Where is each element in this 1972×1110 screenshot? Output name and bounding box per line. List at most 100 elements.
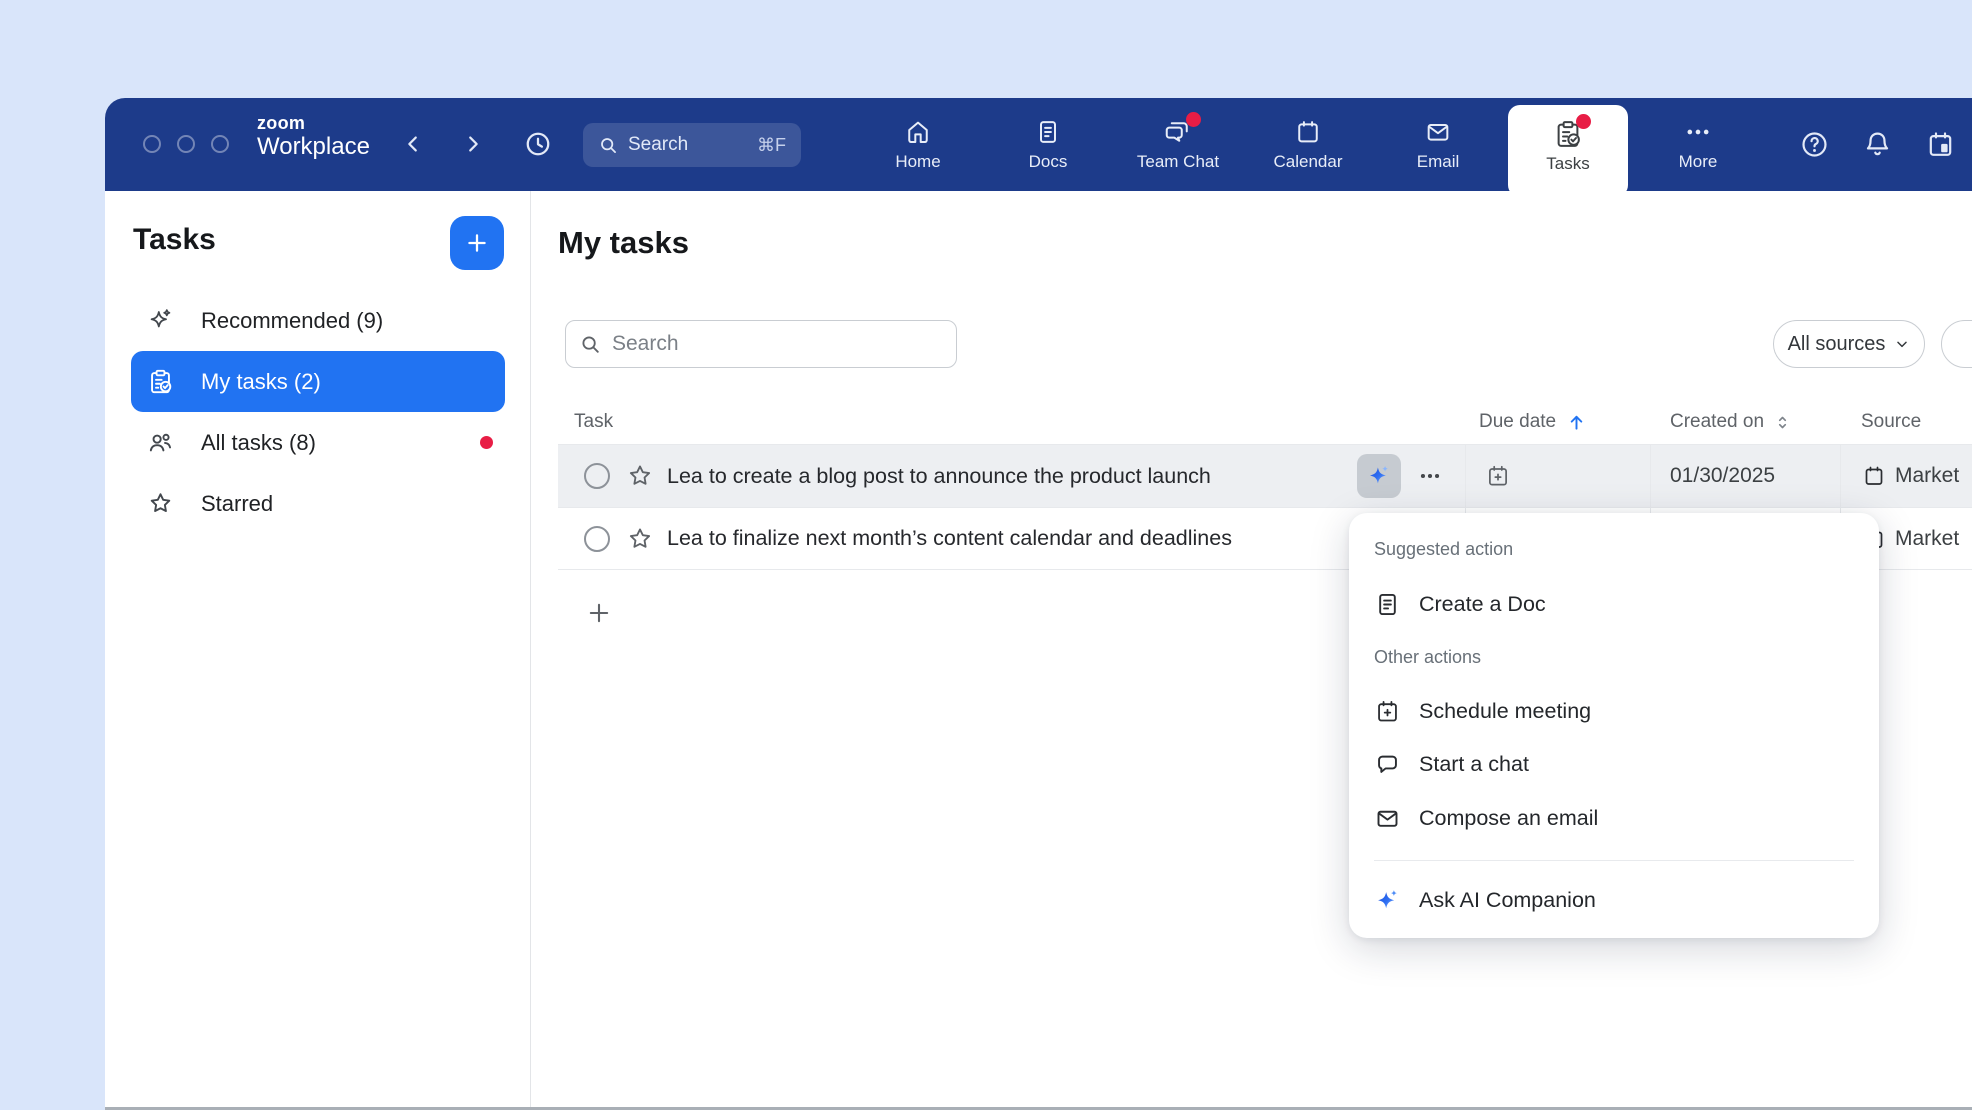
page-title: My tasks [558,225,689,261]
nav-item-home[interactable]: Home [853,98,983,191]
docs-icon [1034,118,1062,146]
sort-arrow-up-icon [1566,412,1587,433]
tasks-sidebar: Tasks Recommended (9) My tasks (2) All t… [105,191,531,1110]
star-icon [626,462,654,490]
sidebar-list: Recommended (9) My tasks (2) All tasks (… [131,290,505,534]
created-on-cell: 01/30/2025 [1650,445,1840,507]
nav-item-email[interactable]: Email [1373,98,1503,191]
chevron-right-icon [462,133,484,155]
nav-item-calendar[interactable]: Calendar [1243,98,1373,191]
sidebar-item-recommended[interactable]: Recommended (9) [131,290,505,351]
filter-button-partial[interactable] [1941,320,1972,368]
table-row[interactable]: Lea to create a blog post to announce th… [558,444,1972,507]
calendar-plus-icon [1374,698,1401,725]
calendar-today-icon [1925,129,1956,160]
zoom-workplace-logo: zoom Workplace [257,113,370,161]
sparkle-icon [147,307,174,334]
nav-item-more[interactable]: More [1633,98,1763,191]
help-button[interactable] [1799,129,1830,160]
back-button[interactable] [400,131,426,157]
notifications-button[interactable] [1862,129,1893,160]
menu-item-ask-ai-companion[interactable]: Ask AI Companion [1359,878,1869,922]
primary-navigation: Home Docs Team Chat Calendar Email [853,98,1763,191]
column-header-created-on[interactable]: Created on [1650,411,1840,433]
menu-item-create-doc[interactable]: Create a Doc [1359,582,1869,626]
window-control-dot[interactable] [177,135,195,153]
task-complete-checkbox[interactable] [584,463,610,489]
task-title: Lea to finalize next month’s content cal… [667,526,1232,551]
ellipsis-icon [1417,463,1443,489]
column-header-due-date[interactable]: Due date [1465,411,1650,433]
history-button[interactable] [523,129,553,159]
menu-item-compose-email[interactable]: Compose an email [1359,796,1869,840]
sources-filter-value: All sources [1788,333,1886,356]
window-control-dot[interactable] [143,135,161,153]
clipboard-check-icon [147,368,174,395]
people-icon [147,429,174,456]
logo-workplace-text: Workplace [257,133,370,161]
forward-button[interactable] [460,131,486,157]
chat-bubble-icon [1374,751,1401,778]
window-controls[interactable] [143,135,229,153]
top-navbar: zoom Workplace Search ⌘F Home Docs [105,98,1972,191]
add-task-button[interactable] [450,216,504,270]
sidebar-item-label: Recommended (9) [201,308,383,334]
doc-icon [1374,591,1401,618]
sidebar-item-my-tasks[interactable]: My tasks (2) [131,351,505,412]
nav-item-docs[interactable]: Docs [983,98,1113,191]
tasks-badge [1576,114,1591,129]
chevron-down-icon [1894,336,1910,352]
calendar-icon [1294,118,1322,146]
column-header-task: Task [558,411,1465,433]
sidebar-item-all-tasks[interactable]: All tasks (8) [131,412,505,473]
email-icon [1424,118,1452,146]
menu-section-other: Other actions [1374,647,1481,668]
global-search[interactable]: Search ⌘F [583,123,801,167]
nav-item-team-chat[interactable]: Team Chat [1113,98,1243,191]
ai-companion-button[interactable] [1357,454,1401,498]
sidebar-item-label: My tasks (2) [201,369,321,395]
window-control-dot[interactable] [211,135,229,153]
sidebar-item-starred[interactable]: Starred [131,473,505,534]
source-value: Market [1895,464,1959,488]
plus-icon [464,230,490,256]
navbar-utilities [1799,129,1956,160]
task-search-input[interactable] [565,320,957,368]
envelope-icon [1374,805,1401,832]
ai-companion-icon [1374,887,1401,914]
menu-item-schedule-meeting[interactable]: Schedule meeting [1359,689,1869,733]
menu-item-start-chat[interactable]: Start a chat [1359,742,1869,786]
question-circle-icon [1799,129,1830,160]
logo-zoom-text: zoom [257,113,370,133]
star-icon [626,525,654,553]
task-title: Lea to create a blog post to announce th… [667,464,1211,489]
today-calendar-button[interactable] [1925,129,1956,160]
menu-section-suggested: Suggested action [1374,539,1513,560]
task-cell: Lea to finalize next month’s content cal… [558,508,1465,569]
star-task-button[interactable] [626,462,654,490]
bell-icon [1862,129,1893,160]
source-cell: Market [1840,445,1972,507]
calendar-icon [1862,464,1886,488]
menu-divider [1374,860,1854,861]
calendar-plus-icon [1485,463,1511,489]
add-task-inline-button[interactable] [581,595,617,631]
home-icon [904,118,932,146]
row-more-button[interactable] [1415,461,1445,491]
star-task-button[interactable] [626,525,654,553]
nav-item-tasks[interactable]: Tasks [1508,105,1628,197]
created-on-value: 01/30/2025 [1670,464,1775,488]
due-date-cell[interactable] [1465,445,1650,507]
main-content: My tasks All sources Task Due date Creat… [531,191,1972,1110]
sidebar-item-label: Starred [201,491,273,517]
sources-filter-dropdown[interactable]: All sources [1773,320,1925,368]
star-icon [147,490,174,517]
task-complete-checkbox[interactable] [584,526,610,552]
search-shortcut: ⌘F [757,135,786,156]
clock-history-icon [523,129,553,159]
app-window: zoom Workplace Search ⌘F Home Docs [105,98,1972,1110]
more-icon [1684,118,1712,146]
team-chat-badge [1186,112,1201,127]
plus-icon [585,599,613,627]
task-cell: Lea to create a blog post to announce th… [558,445,1465,507]
